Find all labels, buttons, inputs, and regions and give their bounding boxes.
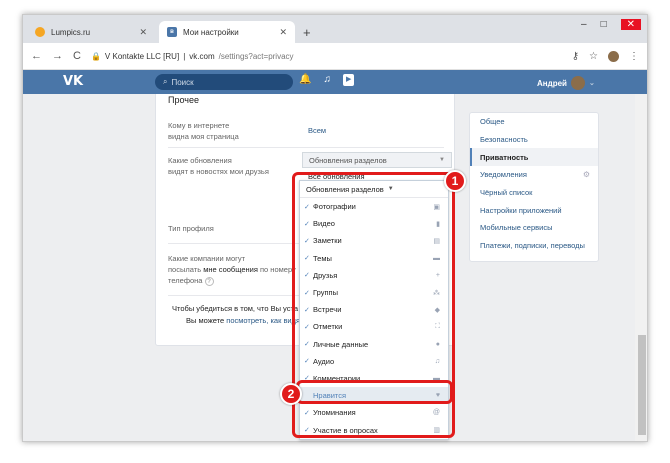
url-path: /settings?act=privacy — [218, 51, 294, 61]
avatar — [570, 76, 585, 90]
chevron-down-icon: ▼ — [439, 157, 445, 163]
tab-close-icon[interactable]: ✕ — [139, 27, 147, 38]
divider — [168, 147, 444, 148]
info-text: Чтобы убедиться в том, что Вы уста — [172, 304, 298, 313]
menu-dots-icon[interactable]: ⋮ — [629, 51, 639, 62]
profile-avatar[interactable] — [608, 50, 619, 62]
side-menu-payments[interactable]: Платежи, подписки, переводы — [470, 237, 598, 255]
vk-header-icons: 🔔 ♫ ▶ — [299, 74, 355, 86]
vk-user-menu[interactable]: Андрей ⌄ — [537, 76, 595, 90]
minimize-button[interactable]: – — [581, 19, 587, 30]
star-icon[interactable]: ☆ — [589, 51, 598, 62]
back-button[interactable]: ← — [31, 50, 42, 62]
lock-icon: 🔒 — [90, 51, 101, 61]
tab-title: Lumpics.ru — [51, 27, 91, 37]
vk-logo[interactable]: VK — [63, 74, 83, 89]
highlight-frame-2 — [296, 380, 453, 404]
chevron-down-icon: ⌄ — [588, 80, 595, 87]
companies-row-label: Какие компании могут посылать мне сообще… — [168, 254, 296, 286]
tab-lumpics[interactable]: Lumpics.ru ✕ — [27, 21, 155, 43]
close-window-button[interactable]: ✕ — [620, 19, 641, 30]
play-icon[interactable]: ▶ — [342, 74, 355, 86]
section-title: Прочее — [168, 95, 199, 105]
updates-select[interactable]: Обновления разделов ▼ — [302, 152, 452, 168]
bell-icon[interactable]: 🔔 — [299, 74, 311, 86]
tab-strip: Lumpics.ru ✕ в Мои настройки ✕ + – □ ✕ — [23, 15, 647, 43]
url-host: vk.com — [189, 51, 215, 61]
annotation-badge-2: 2 — [280, 383, 302, 405]
browser-toolbar: ← → C 🔒 V Kontakte LLC [RU] | vk.com/set… — [23, 43, 647, 70]
side-menu-security[interactable]: Безопасность — [470, 131, 598, 149]
side-menu-mobile-services[interactable]: Мобильные сервисы — [470, 219, 598, 237]
vk-favicon-icon: в — [167, 27, 177, 37]
settings-side-menu: Общее Безопасность Приватность Уведомлен… — [469, 112, 599, 262]
tab-vk-settings[interactable]: в Мои настройки ✕ — [159, 21, 295, 43]
lumpics-favicon-icon — [35, 27, 45, 37]
key-icon[interactable]: ⚷ — [572, 51, 579, 62]
search-placeholder: Поиск — [171, 77, 194, 87]
address-bar[interactable]: 🔒 V Kontakte LLC [RU] | vk.com/settings?… — [91, 47, 562, 66]
side-menu-notifications[interactable]: Уведомления ⚙ — [470, 166, 598, 184]
vk-search-input[interactable]: ⌕ Поиск — [155, 74, 293, 90]
side-menu-privacy[interactable]: Приватность — [470, 148, 598, 167]
side-menu-blacklist[interactable]: Чёрный список — [470, 184, 598, 202]
info-text-line2: Вы можете посмотреть, как видят — [186, 316, 304, 325]
side-menu-general[interactable]: Общее — [470, 113, 598, 131]
side-menu-app-settings[interactable]: Настройки приложений — [470, 201, 598, 219]
privacy-row-label: Кому в интернете видна моя страница — [168, 121, 239, 141]
address-separator: | — [183, 51, 186, 61]
gear-icon[interactable]: ⚙ — [583, 170, 590, 179]
vk-header: VK ⌕ Поиск 🔔 ♫ ▶ Андрей ⌄ — [23, 70, 647, 94]
scrollbar-thumb[interactable] — [638, 335, 646, 435]
tab-close-icon[interactable]: ✕ — [279, 27, 287, 38]
search-icon: ⌕ — [163, 77, 168, 86]
music-icon[interactable]: ♫ — [323, 74, 331, 86]
maximize-button[interactable]: □ — [601, 19, 607, 30]
reload-button[interactable]: C — [73, 50, 81, 62]
tab-title: Мои настройки — [183, 27, 239, 37]
updates-row-label: Какие обновления видят в новостях мои др… — [168, 156, 269, 176]
forward-button[interactable]: → — [52, 50, 63, 62]
user-name: Андрей — [537, 78, 567, 88]
site-identity: V Kontakte LLC [RU] — [104, 51, 180, 61]
annotation-badge-1: 1 — [444, 170, 466, 192]
new-tab-button[interactable]: + — [303, 25, 311, 40]
help-icon[interactable]: ? — [204, 277, 214, 286]
privacy-row-value[interactable]: Всем — [308, 126, 326, 135]
window-controls: – □ ✕ — [581, 19, 641, 30]
profile-type-label: Тип профиля — [168, 224, 214, 233]
